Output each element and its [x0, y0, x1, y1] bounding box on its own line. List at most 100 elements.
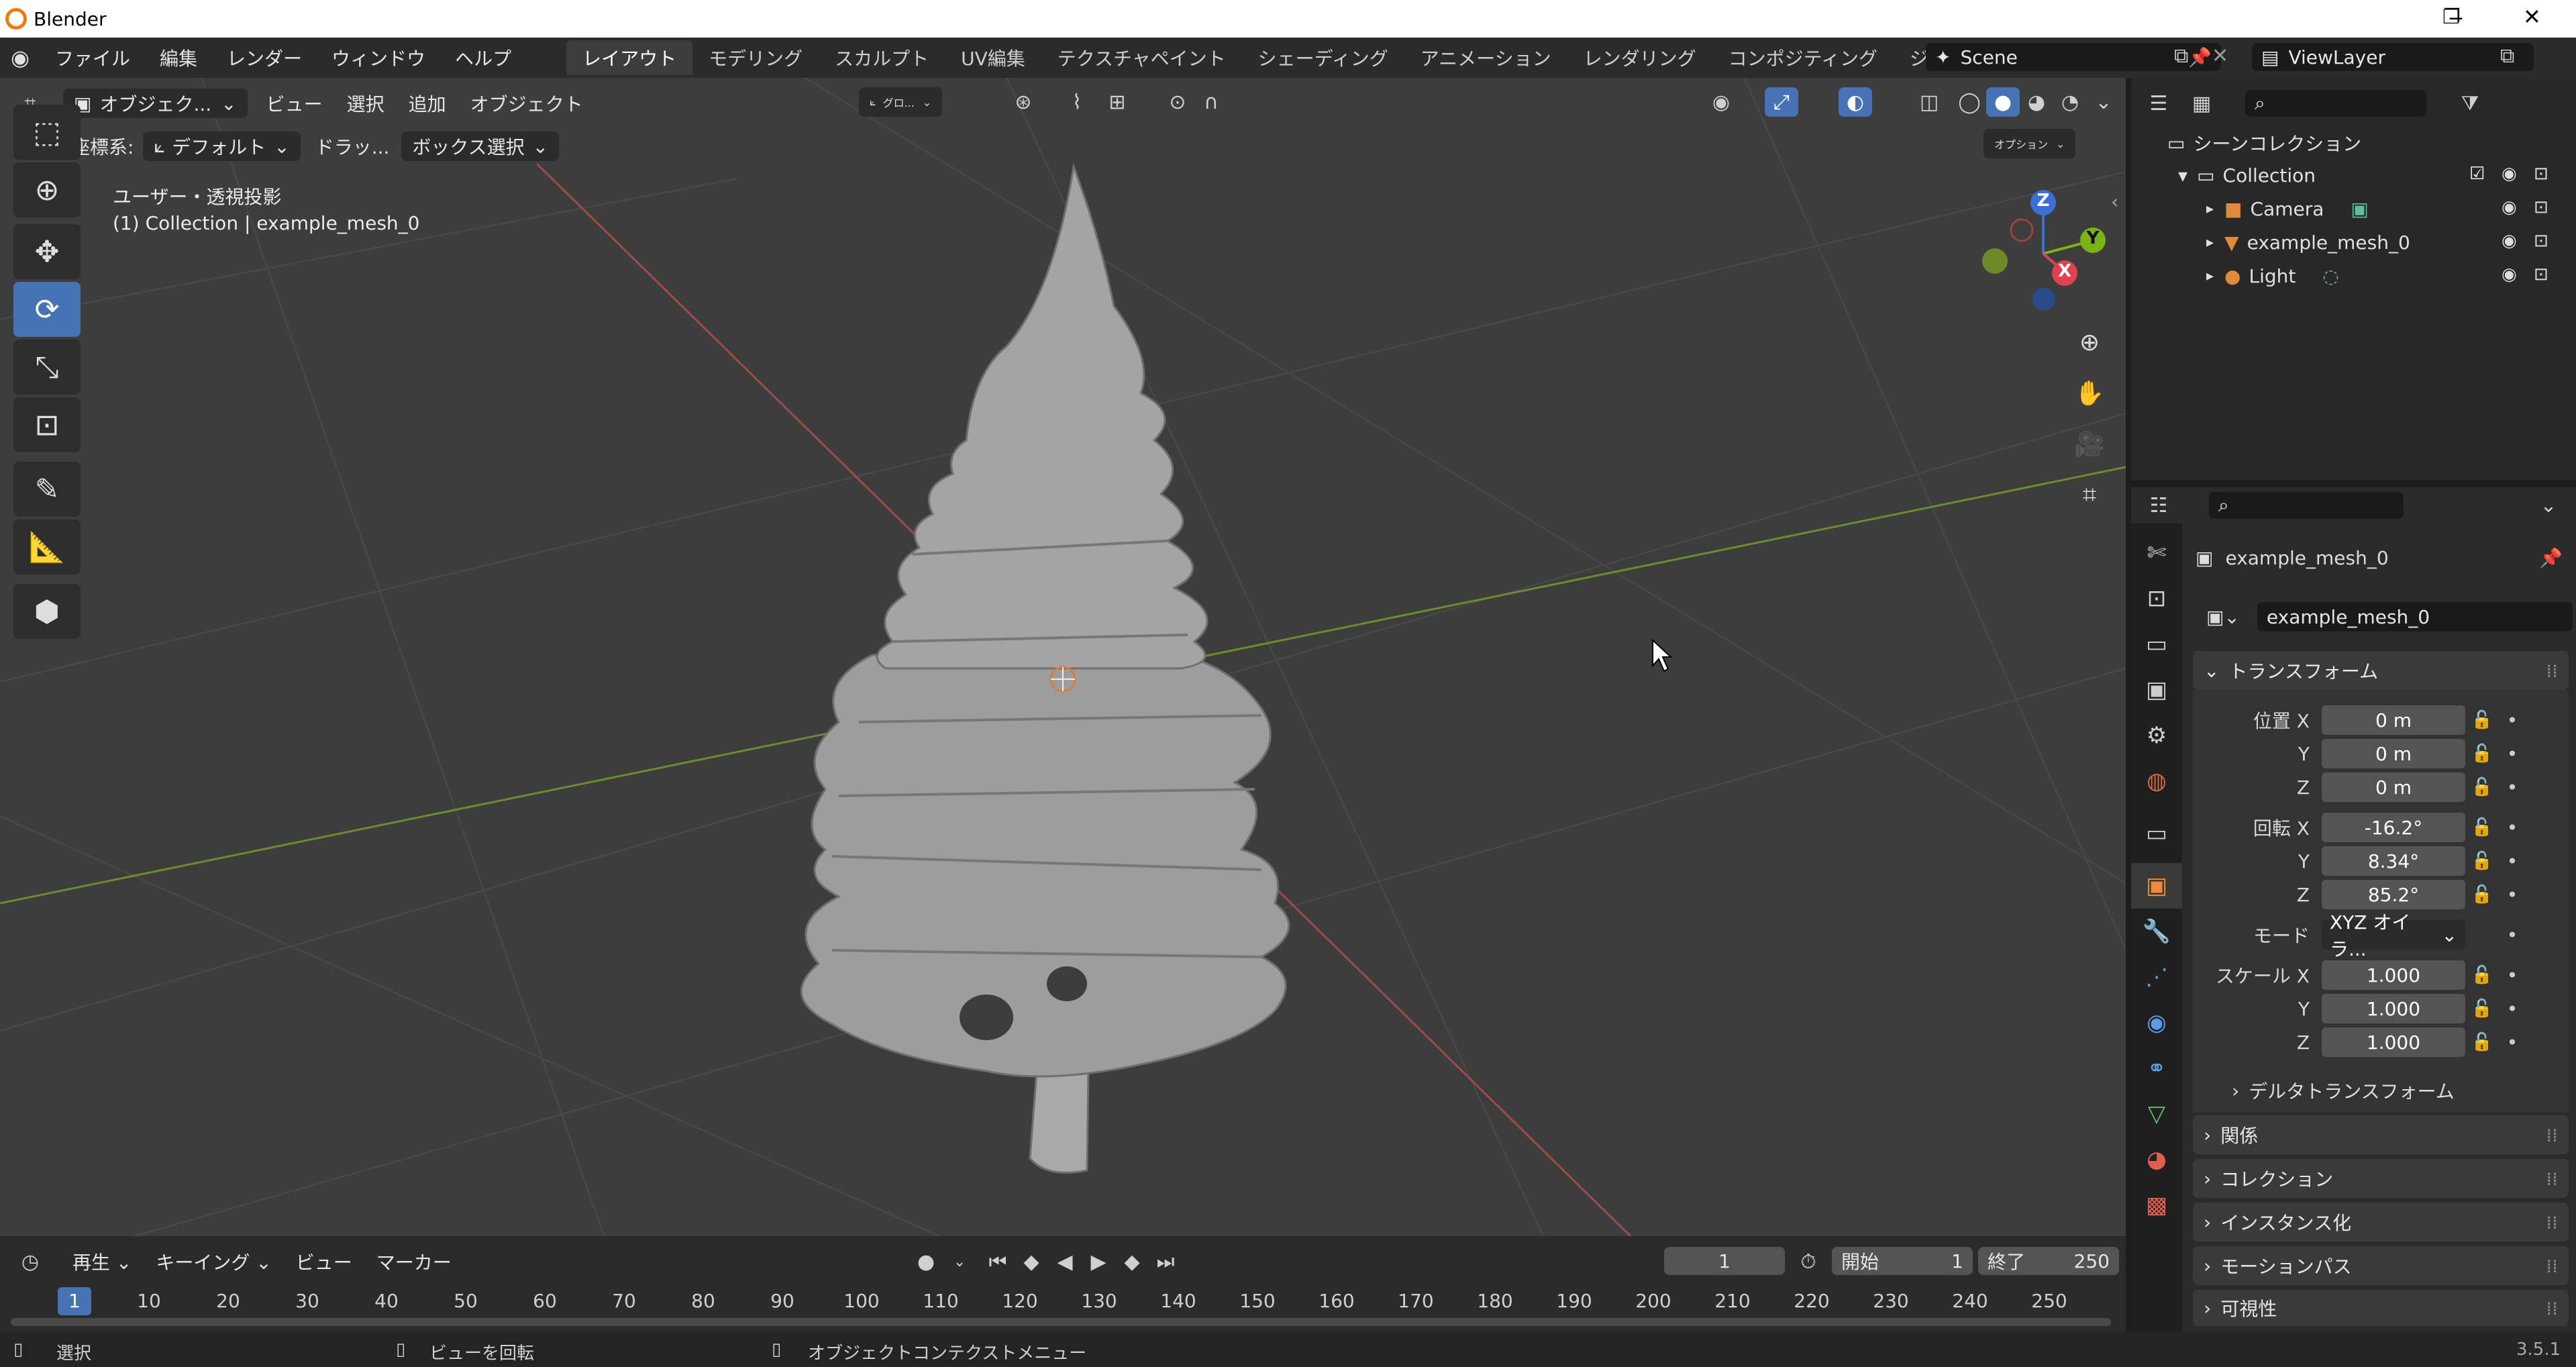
tab-compositing[interactable]: コンポジティング	[1712, 40, 1894, 75]
sidebar-toggle-icon[interactable]: ‹	[2111, 191, 2118, 213]
annotate-tool[interactable]: ✎	[13, 462, 81, 517]
texture-tab-icon[interactable]: ▩	[2131, 1182, 2182, 1228]
chevron-down-icon[interactable]: ⌄	[2532, 491, 2565, 520]
drag-dropdown[interactable]: ボックス選択 ⌄	[401, 132, 560, 161]
object-name-field[interactable]: example_mesh_0	[2257, 602, 2573, 631]
keyframe-dot-icon[interactable]: •	[2499, 884, 2526, 906]
tab-animation[interactable]: アニメーション	[1404, 40, 1567, 75]
keyframe-dot-icon[interactable]: •	[2499, 924, 2526, 946]
3d-viewport[interactable]: Z Y X	[0, 78, 2126, 1236]
constraints-tab-icon[interactable]: ⚭	[2131, 1046, 2182, 1091]
menu-select[interactable]: 選択	[335, 90, 397, 117]
lock-icon[interactable]: 🔓	[2465, 965, 2499, 985]
next-keyframe-icon[interactable]: ◆	[1115, 1247, 1149, 1276]
move-tool[interactable]: ✥	[13, 224, 81, 279]
rendered-shading-icon[interactable]: ◔	[2053, 87, 2087, 117]
marker-menu[interactable]: マーカー	[364, 1248, 464, 1275]
select-box-tool[interactable]: ⬚	[13, 105, 81, 160]
object-browse-dropdown[interactable]: ▣⌄	[2196, 602, 2251, 631]
timeline-editor-icon[interactable]: ◷	[13, 1247, 47, 1276]
new-viewlayer-icon[interactable]: ⧉	[2500, 44, 2514, 68]
solid-shading-icon[interactable]: ●	[1986, 87, 2020, 117]
tool-tab-icon[interactable]: ✄	[2131, 530, 2182, 576]
pin-icon[interactable]: 📌	[2539, 547, 2563, 569]
playback-menu[interactable]: 再生 ⌄	[60, 1248, 144, 1275]
collection-tab-icon[interactable]: ▭	[2131, 811, 2182, 856]
motion-paths-panel-header[interactable]: › モーションパス ⁞⁞	[2193, 1246, 2569, 1285]
keyframe-dot-icon[interactable]: •	[2499, 998, 2526, 1020]
scale-x-field[interactable]: 1.000	[2322, 960, 2465, 990]
material-tab-icon[interactable]: ◕	[2131, 1137, 2182, 1182]
tab-layout[interactable]: レイアウト	[566, 40, 693, 75]
render-camera-icon[interactable]: ⊡	[2534, 264, 2548, 285]
drag-handle-icon[interactable]: ⁞⁞	[2546, 1255, 2558, 1277]
menu-file[interactable]: ファイル	[40, 44, 145, 71]
jump-end-icon[interactable]: ⏭	[1149, 1247, 1182, 1276]
menu-view[interactable]: ビュー	[254, 90, 335, 117]
rotation-mode-dropdown[interactable]: XYZ オイラ... ⌄	[2322, 911, 2465, 960]
menu-render[interactable]: レンダー	[212, 44, 317, 71]
zoom-icon[interactable]: ⊕	[2067, 319, 2112, 365]
location-y-field[interactable]: 0 m	[2322, 739, 2465, 768]
outliner-search-input[interactable]: ⌕	[2245, 90, 2426, 117]
proportional-edit-icon[interactable]: ⊙	[1161, 87, 1194, 117]
location-z-field[interactable]: 0 m	[2322, 772, 2465, 802]
lock-icon[interactable]: 🔓	[2465, 817, 2499, 838]
output-tab-icon[interactable]: ▭	[2131, 621, 2182, 667]
tab-uv-editing[interactable]: UV編集	[945, 40, 1041, 75]
coord-dropdown[interactable]: ⟀ デフォルト ⌄	[143, 132, 301, 161]
filter-icon[interactable]: ⧩	[2453, 89, 2487, 118]
scale-tool[interactable]: ⤡	[13, 340, 81, 395]
render-tab-icon[interactable]: ⊡	[2131, 576, 2182, 621]
relations-panel-header[interactable]: › 関係 ⁞⁞	[2193, 1115, 2569, 1154]
scene-tab-icon[interactable]: ⚙	[2131, 713, 2182, 758]
measure-tool[interactable]: 📐	[13, 519, 81, 574]
outliner-editor-icon[interactable]: ☰	[2142, 89, 2175, 118]
outliner-scene-collection[interactable]: ▭ シーンコレクション	[2131, 126, 2576, 160]
tab-modeling[interactable]: モデリング	[692, 40, 819, 75]
blender-menu-icon[interactable]: ◉	[0, 45, 40, 70]
transform-panel-header[interactable]: ⌄ トランスフォーム ⁞⁞	[2193, 651, 2569, 690]
world-tab-icon[interactable]: ◍	[2131, 758, 2182, 804]
tab-sculpt[interactable]: スカルプト	[819, 40, 945, 75]
pin-icon[interactable]: 📌	[2188, 46, 2212, 68]
modifier-tab-icon[interactable]: 🔧	[2131, 909, 2182, 954]
rotation-z-field[interactable]: 85.2°	[2322, 880, 2465, 909]
location-x-field[interactable]: 0 m	[2322, 705, 2465, 735]
data-tab-icon[interactable]: ▽	[2131, 1091, 2182, 1137]
properties-editor-icon[interactable]: ☷	[2142, 491, 2175, 520]
collections-panel-header[interactable]: › コレクション ⁞⁞	[2193, 1159, 2569, 1198]
snap-icon[interactable]: ⌇	[1060, 87, 1094, 117]
render-camera-icon[interactable]: ⊡	[2534, 197, 2548, 217]
pivot-icon[interactable]: ⊛	[1007, 87, 1040, 117]
keying-menu[interactable]: キーイング ⌄	[144, 1248, 283, 1275]
stopwatch-icon[interactable]: ⏱	[1792, 1247, 1825, 1276]
object-tab-icon[interactable]: ▣	[2131, 863, 2182, 909]
record-icon[interactable]: ●	[909, 1247, 943, 1276]
keyframe-dot-icon[interactable]: •	[2499, 850, 2526, 872]
lock-icon[interactable]: 🔓	[2465, 777, 2499, 797]
keyframe-dot-icon[interactable]: •	[2499, 817, 2526, 839]
lock-icon[interactable]: 🔓	[2465, 744, 2499, 764]
menu-help[interactable]: ヘルプ	[440, 44, 526, 71]
lock-icon[interactable]: 🔓	[2465, 851, 2499, 871]
drag-handle-icon[interactable]: ⁞⁞	[2546, 1297, 2558, 1319]
menu-object[interactable]: オブジェクト	[458, 90, 595, 117]
instancing-panel-header[interactable]: › インスタンス化 ⁞⁞	[2193, 1203, 2569, 1242]
eye-icon[interactable]: ◉	[2502, 231, 2517, 251]
menu-edit[interactable]: 編集	[145, 44, 212, 71]
snap-target-icon[interactable]: ⊞	[1100, 87, 1134, 117]
options-dropdown[interactable]: オプション ⌄	[1983, 129, 2076, 158]
maximize-button[interactable]: ❐	[2442, 5, 2461, 29]
overlay-toggle-icon[interactable]: ◐	[1839, 87, 1872, 117]
tab-shading[interactable]: シェーディング	[1242, 40, 1404, 75]
drag-handle-icon[interactable]: ⁞⁞	[2546, 1124, 2558, 1146]
start-frame-field[interactable]: 開始 1	[1832, 1247, 1973, 1275]
drag-handle-icon[interactable]: ⁞⁞	[2546, 660, 2558, 682]
scale-z-field[interactable]: 1.000	[2322, 1027, 2465, 1057]
keyframe-dot-icon[interactable]: •	[2499, 964, 2526, 986]
eye-icon[interactable]: ◉	[2502, 164, 2517, 184]
transform-tool[interactable]: ⊡	[13, 397, 81, 452]
current-frame-field[interactable]: 1	[1664, 1247, 1785, 1275]
particles-tab-icon[interactable]: ⋰	[2131, 954, 2182, 1000]
